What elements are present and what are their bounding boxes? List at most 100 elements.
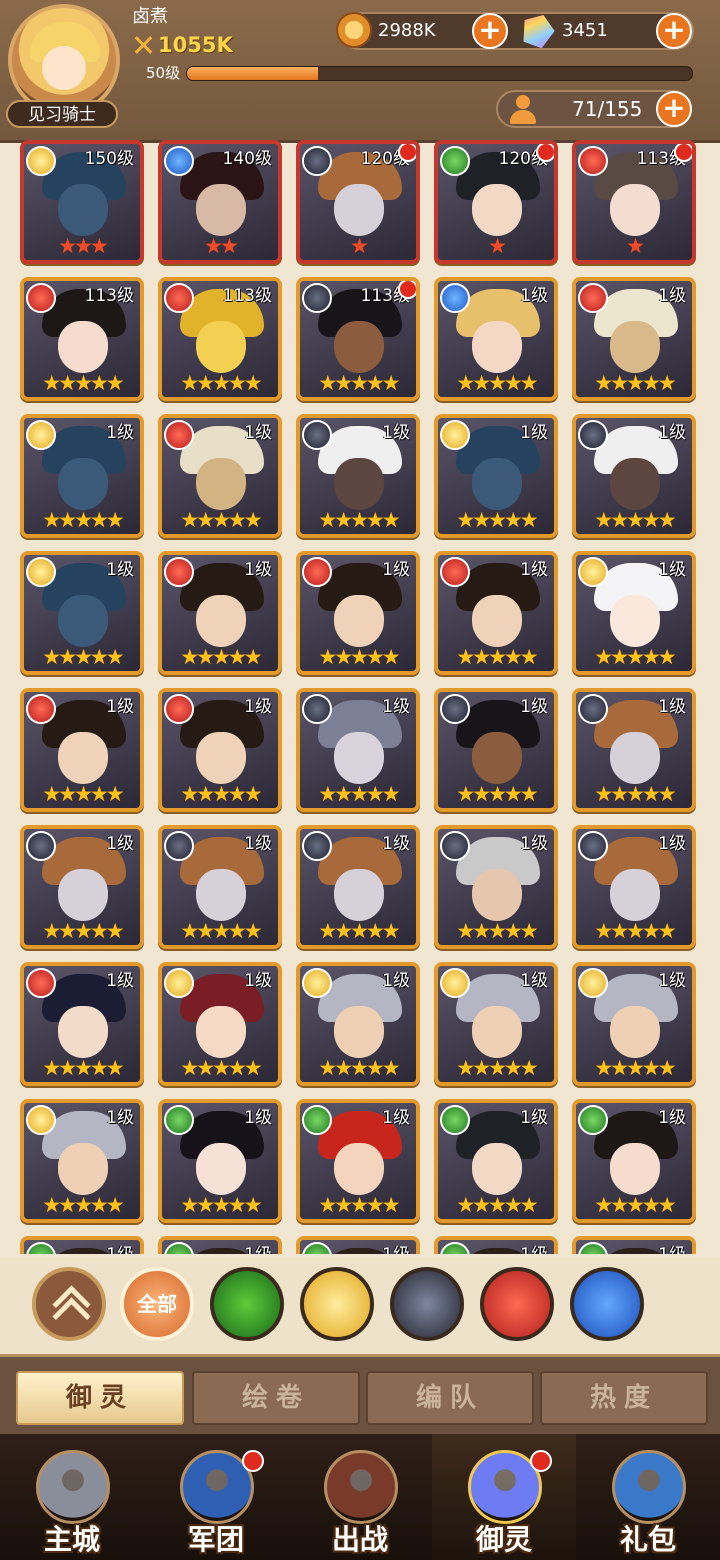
hero-card[interactable]: 1级 ★★★★★ [572,1099,696,1223]
hero-level: 150级 [84,149,134,169]
hero-card[interactable]: 1级 ★★★★★ [434,551,558,675]
nav-item-0[interactable]: 主城 [0,1434,144,1560]
hero-card[interactable]: 1级 ★★★★★ [572,688,696,812]
hero-face [196,595,246,647]
hero-card[interactable]: 1级 ★★★★★ [296,962,420,1086]
hero-card[interactable]: 1级 ★★★★★ [434,825,558,949]
fire-element-icon [164,694,194,724]
hero-card[interactable]: 1级 ★★★★★ [434,1099,558,1223]
hero-level: 1级 [382,971,410,991]
hero-card[interactable]: 1级 ★★★★★ [20,1099,144,1223]
tab-formation[interactable]: 编队 [366,1371,534,1425]
filter-fire-element-icon[interactable] [480,1267,554,1341]
hero-card[interactable]: 120级 ★ [296,140,420,264]
hero-level: 113级 [222,286,272,306]
hero-card[interactable]: 1级 ★★★★★ [20,962,144,1086]
collapse-up-icon[interactable] [32,1267,106,1341]
hero-card[interactable]: 1级 ★★★★★ [20,414,144,538]
hero-card[interactable]: 1级 ★★★★★ [20,551,144,675]
hero-face [196,321,246,373]
hero-card[interactable]: 1级 ★★★★★ [572,825,696,949]
hero-level: 140级 [222,149,272,169]
tab-spirits[interactable]: 御灵 [16,1371,184,1425]
hero-card[interactable]: 1级 ★★★★★ [158,688,282,812]
star-rating: ★★★★★ [180,508,262,532]
filter-wind-element-icon[interactable] [210,1267,284,1341]
star-rating: ★★★★★ [180,371,262,395]
tab-scrolls[interactable]: 绘卷 [192,1371,360,1425]
hero-level: 1级 [106,697,134,717]
hero-card[interactable]: 1级 ★★★★★ [20,825,144,949]
hero-face [334,321,384,373]
hero-card[interactable]: 1级 ★★★★★ [434,962,558,1086]
hero-card[interactable]: 1级 ★★★★★ [572,277,696,401]
star-rating: ★★★★★ [318,782,400,806]
hero-card[interactable]: 1级 ★★★★★ [20,688,144,812]
star-rating: ★★★★★ [180,1056,262,1080]
hero-card[interactable]: 1级 ★★★★★ [572,414,696,538]
hero-card[interactable]: 1级 ★★★★★ [158,825,282,949]
hero-face [334,184,384,236]
player-rank-badge: 见习骑士 [6,100,118,128]
star-rating: ★★★★★ [456,919,538,943]
hero-level: 1级 [382,697,410,717]
hero-card[interactable]: 113级 ★ [572,140,696,264]
xp-bar-fill [187,67,319,80]
nav-item-1[interactable]: 军团 [144,1434,288,1560]
hero-card[interactable]: 1级 ★★★★★ [296,414,420,538]
star-rating: ★★★★★ [594,782,676,806]
hero-card[interactable]: 1级 [20,1236,144,1254]
hero-card[interactable]: 1级 [158,1236,282,1254]
add-gems-button[interactable]: + [656,13,692,49]
hero-card[interactable]: 120级 ★ [434,140,558,264]
star-rating: ★★★★★ [594,645,676,669]
nav-item-4[interactable]: 礼包 [576,1434,720,1560]
hero-card[interactable]: 113级 ★★★★★ [296,277,420,401]
hero-card[interactable]: 1级 ★★★★★ [572,551,696,675]
hero-card[interactable]: 140级 ★★ [158,140,282,264]
hero-level: 1级 [244,560,272,580]
hero-face [472,595,522,647]
hero-card[interactable]: 1级 ★★★★★ [572,962,696,1086]
hero-card[interactable]: 1级 ★★★★★ [158,962,282,1086]
hero-card[interactable]: 1级 ★★★★★ [296,1099,420,1223]
filter-all-button[interactable]: 全部 [120,1267,194,1341]
hero-card[interactable]: 1级 ★★★★★ [434,414,558,538]
hero-level: 1级 [658,1240,686,1254]
hero-face [196,732,246,784]
nav-label: 礼包 [619,1523,676,1556]
expand-capacity-button[interactable]: + [656,91,692,127]
filter-dark-element-icon[interactable] [390,1267,464,1341]
star-rating: ★★★★★ [594,1193,676,1217]
hero-level: 1级 [106,1108,134,1128]
hero-card[interactable]: 150级 ★★★ [20,140,144,264]
filter-light-element-icon[interactable] [300,1267,374,1341]
star-rating: ★★★★★ [42,1193,124,1217]
star-rating: ★★★★★ [318,508,400,532]
tab-popularity[interactable]: 热度 [540,1371,708,1425]
hero-card[interactable]: 1级 ★★★★★ [158,1099,282,1223]
hero-level: 1级 [520,834,548,854]
hero-card[interactable]: 1级 ★★★★★ [296,551,420,675]
filter-water-element-icon[interactable] [570,1267,644,1341]
hero-card[interactable]: 1级 ★★★★★ [434,277,558,401]
hero-card[interactable]: 113级 ★★★★★ [20,277,144,401]
hero-card[interactable]: 1级 ★★★★★ [296,688,420,812]
nav-item-2[interactable]: 出战 [288,1434,432,1560]
hero-face [334,458,384,510]
hero-card[interactable]: 113级 ★★★★★ [158,277,282,401]
hero-card[interactable]: 1级 ★★★★★ [158,551,282,675]
hero-card[interactable]: 1级 ★★★★★ [434,688,558,812]
hero-card[interactable]: 1级 [572,1236,696,1254]
hero-card[interactable]: 1级 ★★★★★ [158,414,282,538]
gift-shop-icon [612,1450,686,1524]
water-element-icon [440,283,470,313]
star-rating: ★★★★★ [594,371,676,395]
nav-item-3[interactable]: 御灵 [432,1434,576,1560]
add-gold-button[interactable]: + [472,13,508,49]
hero-card[interactable]: 1级 ★★★★★ [296,825,420,949]
dark-element-icon [440,831,470,861]
hero-card[interactable]: 1级 [296,1236,420,1254]
star-rating: ★★★ [58,234,108,258]
hero-card[interactable]: 1级 [434,1236,558,1254]
